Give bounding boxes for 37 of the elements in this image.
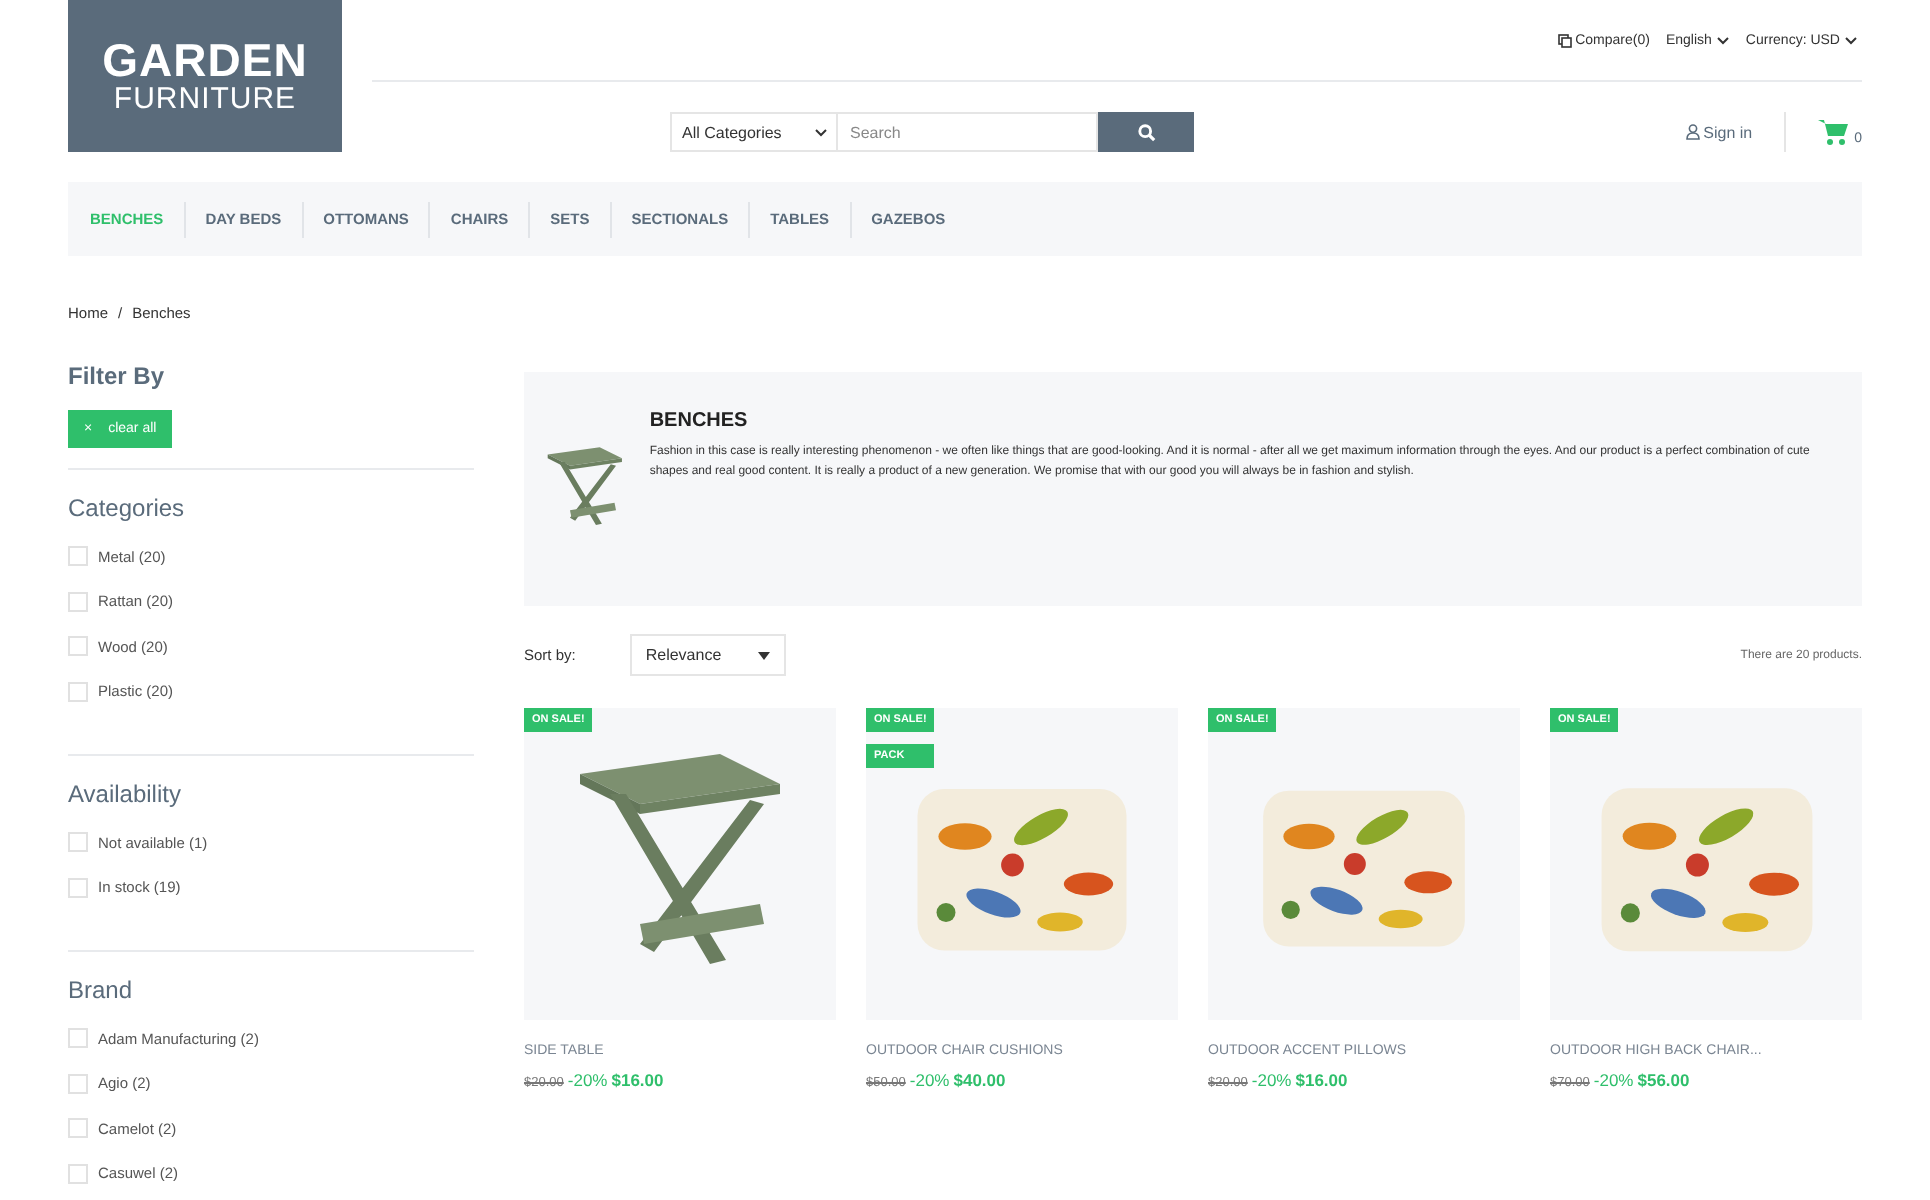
caret-icon [757, 651, 770, 659]
copy-icon [1557, 33, 1572, 47]
category-title: BENCHES [649, 410, 750, 432]
search-icon [1137, 123, 1155, 141]
checkbox[interactable] [68, 1028, 88, 1049]
checkbox[interactable] [68, 591, 88, 612]
discount: -20% [909, 1070, 950, 1090]
cart-icon [1818, 118, 1849, 146]
discount: -20% [567, 1070, 608, 1090]
price: $40.00 [953, 1070, 1006, 1090]
checkbox[interactable] [68, 1163, 88, 1184]
chevron-down-icon [1844, 35, 1858, 45]
filter-group-title: Availability [68, 780, 183, 808]
user-icon [1685, 124, 1700, 140]
search-field[interactable]: Search [838, 112, 1098, 152]
search-button[interactable] [1098, 112, 1194, 152]
price: $16.00 [611, 1070, 664, 1090]
checkbox[interactable] [68, 681, 88, 702]
logo[interactable]: GARDEN FURNITURE [68, 0, 342, 152]
discount: -20% [1593, 1070, 1634, 1090]
price: $56.00 [1637, 1070, 1690, 1090]
price: $16.00 [1295, 1070, 1348, 1090]
chevron-down-icon [814, 127, 828, 137]
sort-select[interactable]: Relevance [629, 634, 786, 676]
checkbox[interactable] [68, 832, 88, 853]
checkbox[interactable] [68, 1118, 88, 1139]
filter-group-title: Brand [68, 976, 135, 1004]
sign-in-link[interactable]: Sign in [1685, 112, 1787, 152]
checkbox[interactable] [68, 546, 88, 567]
filter-group-title: Categories [68, 494, 187, 522]
discount: -20% [1251, 1070, 1292, 1090]
checkbox[interactable] [68, 636, 88, 657]
chevron-down-icon [1715, 35, 1730, 45]
filter-title: Filter By [68, 362, 167, 390]
category-select[interactable]: All Categories [670, 112, 838, 152]
checkbox[interactable] [68, 877, 88, 898]
checkbox[interactable] [68, 1073, 88, 1094]
